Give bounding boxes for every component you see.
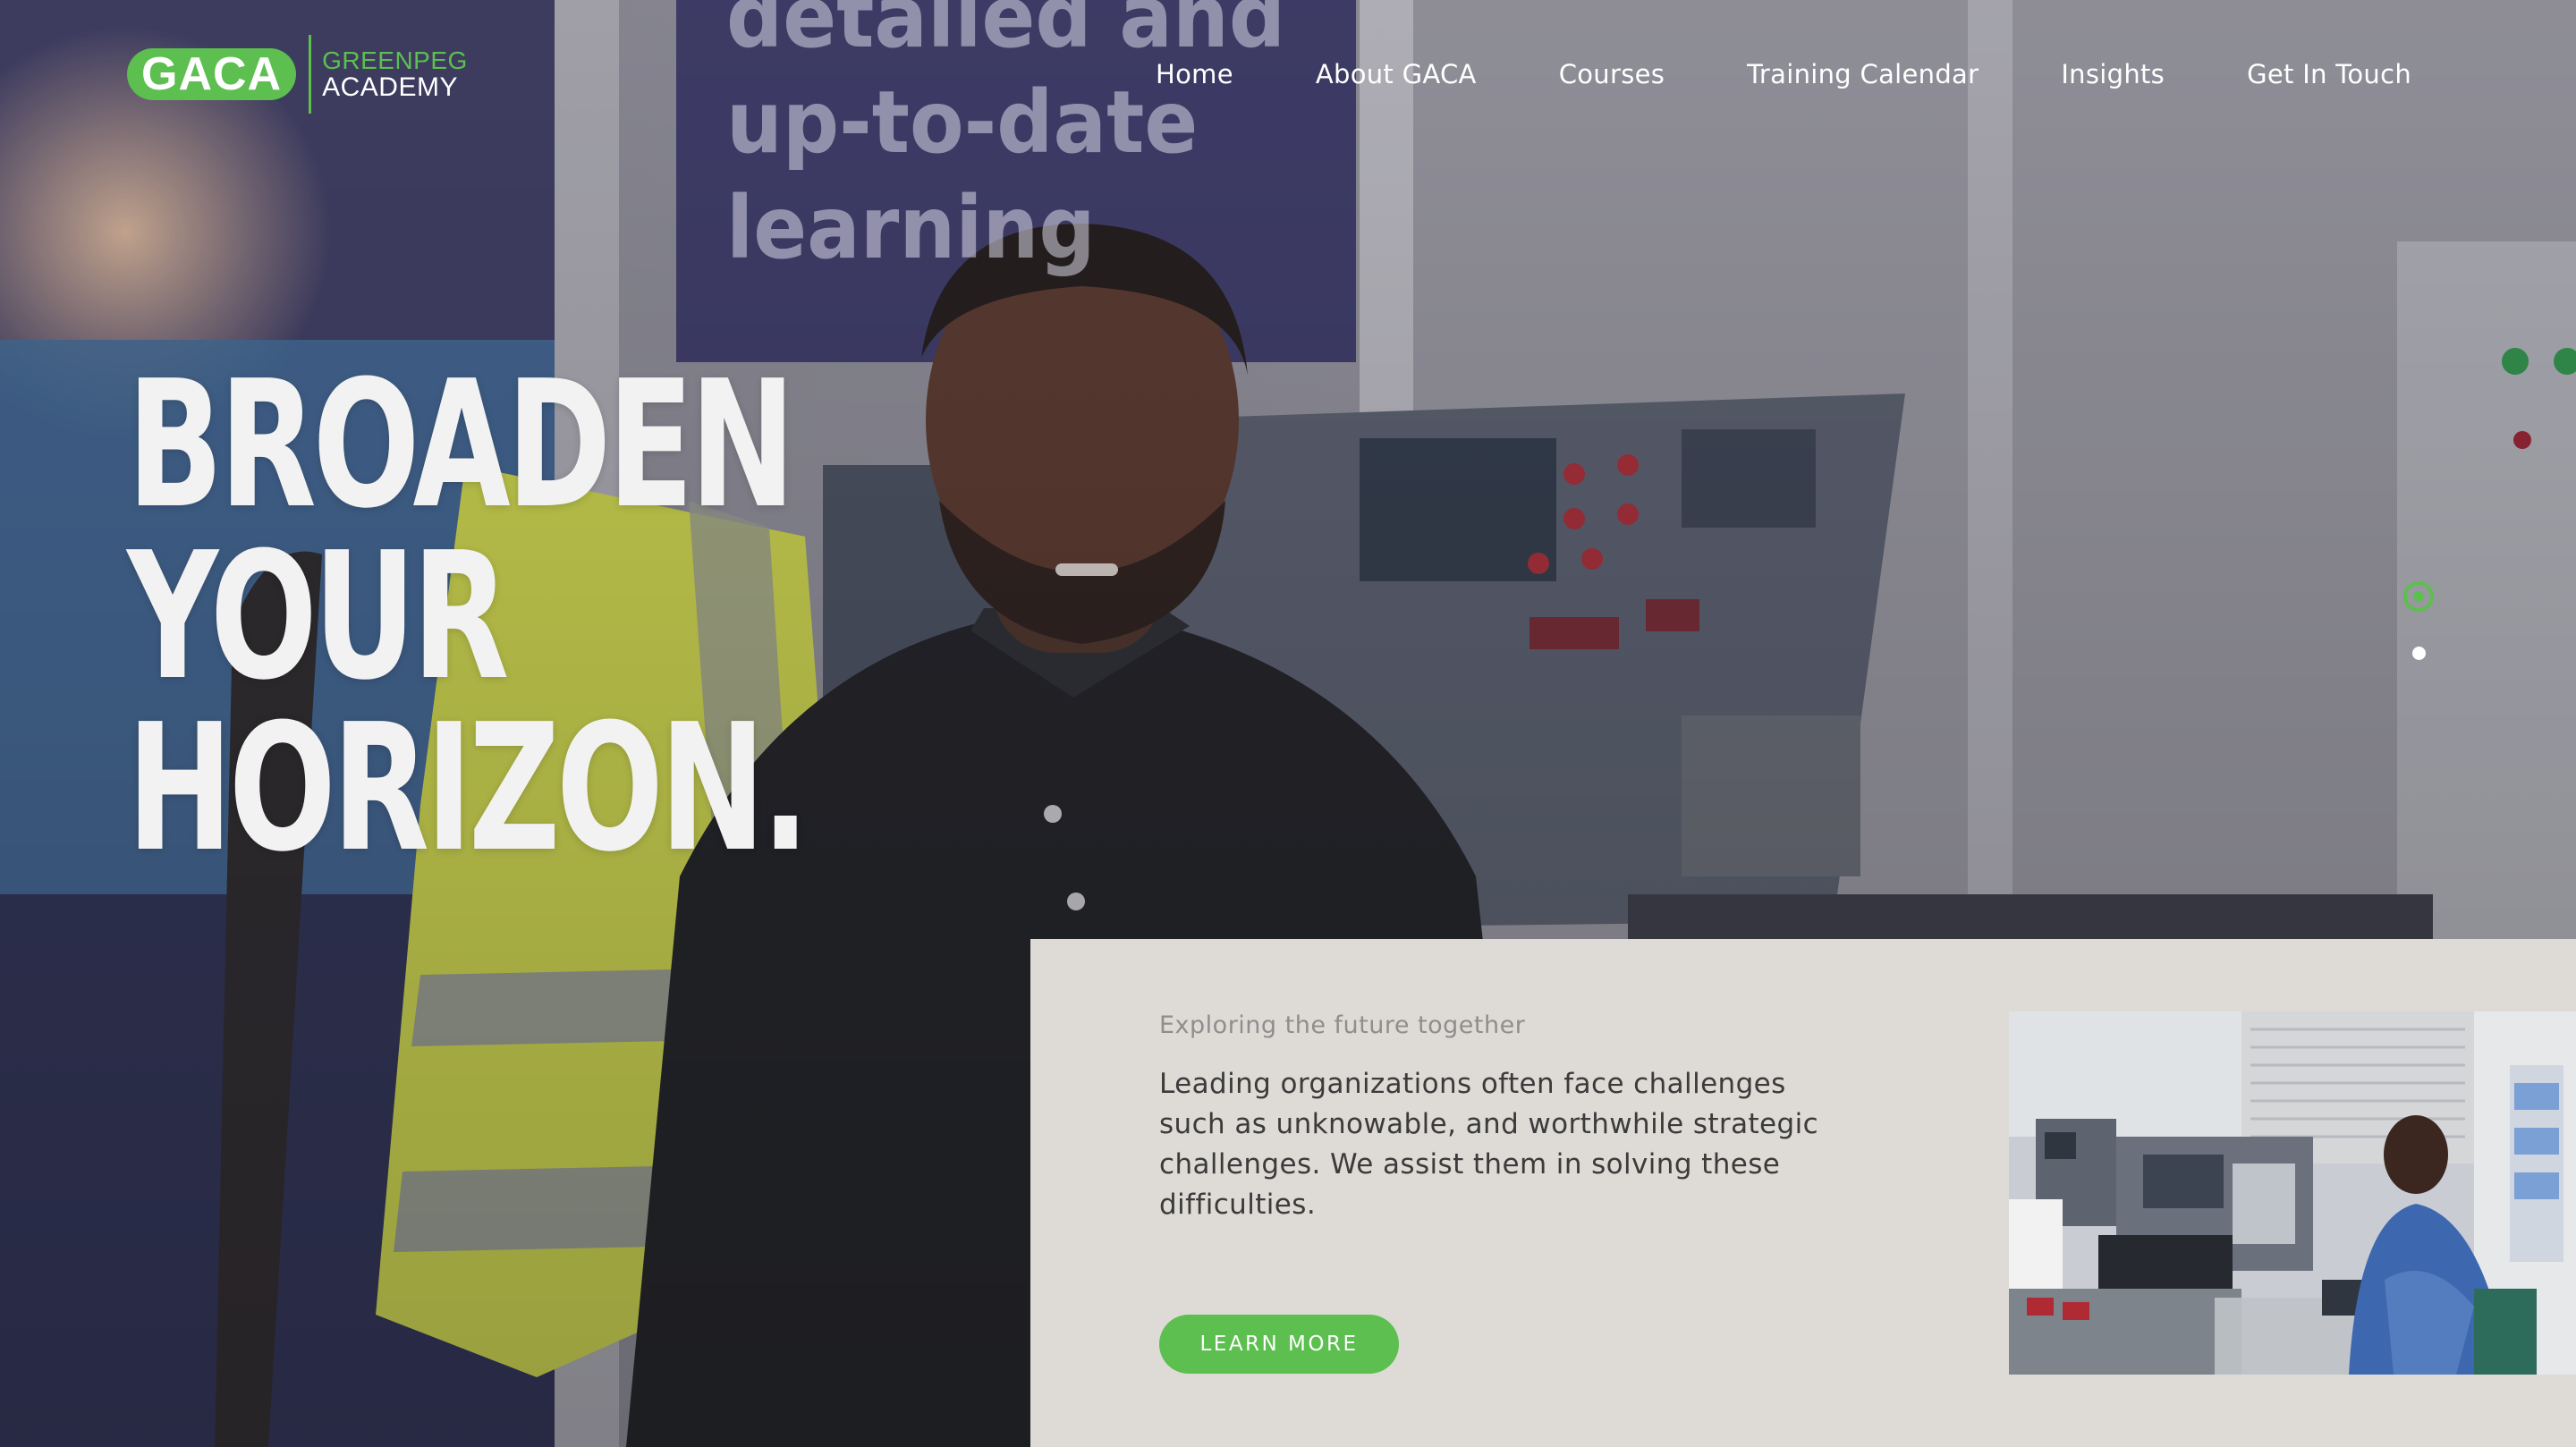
logo-line-academy: ACADEMY — [322, 72, 458, 102]
nav-about-gaca[interactable]: About GACA — [1316, 59, 1477, 89]
hero-headline: BROADEN YOUR HORIZON. — [127, 343, 809, 891]
nav-home[interactable]: Home — [1156, 59, 1233, 89]
main-navigation: Home About GACA Courses Training Calenda… — [1156, 59, 2411, 89]
logo-wordmark: GREENPEG ACADEMY — [322, 47, 468, 101]
site-logo[interactable]: GACA GREENPEG ACADEMY — [127, 34, 468, 114]
background-signage: detailed and up-to-date learning — [726, 0, 1285, 281]
headline-line: HORIZON. — [127, 687, 809, 891]
logo-badge: GACA — [127, 48, 297, 100]
nav-training-calendar[interactable]: Training Calendar — [1747, 59, 1979, 89]
nav-insights[interactable]: Insights — [2061, 59, 2165, 89]
headline-line: YOUR — [127, 515, 509, 719]
panel-eyebrow: Exploring the future together — [1159, 1011, 1526, 1039]
nav-get-in-touch[interactable]: Get In Touch — [2247, 59, 2411, 89]
signage-line: learning — [726, 178, 1096, 278]
headline-line: BROADEN — [127, 343, 795, 547]
logo-divider — [309, 35, 312, 114]
training-lab-photo — [2009, 1011, 2576, 1375]
nav-courses[interactable]: Courses — [1559, 59, 1665, 89]
slide-dot[interactable] — [2412, 647, 2426, 660]
learn-more-button[interactable]: LEARN MORE — [1159, 1315, 1399, 1374]
panel-body-text: Leading organizations often face challen… — [1159, 1068, 1819, 1221]
intro-panel: Exploring the future together Leading or… — [1030, 939, 2576, 1447]
logo-line-greenpeg: GREENPEG — [322, 47, 468, 74]
slide-dot-active[interactable] — [2403, 581, 2434, 612]
